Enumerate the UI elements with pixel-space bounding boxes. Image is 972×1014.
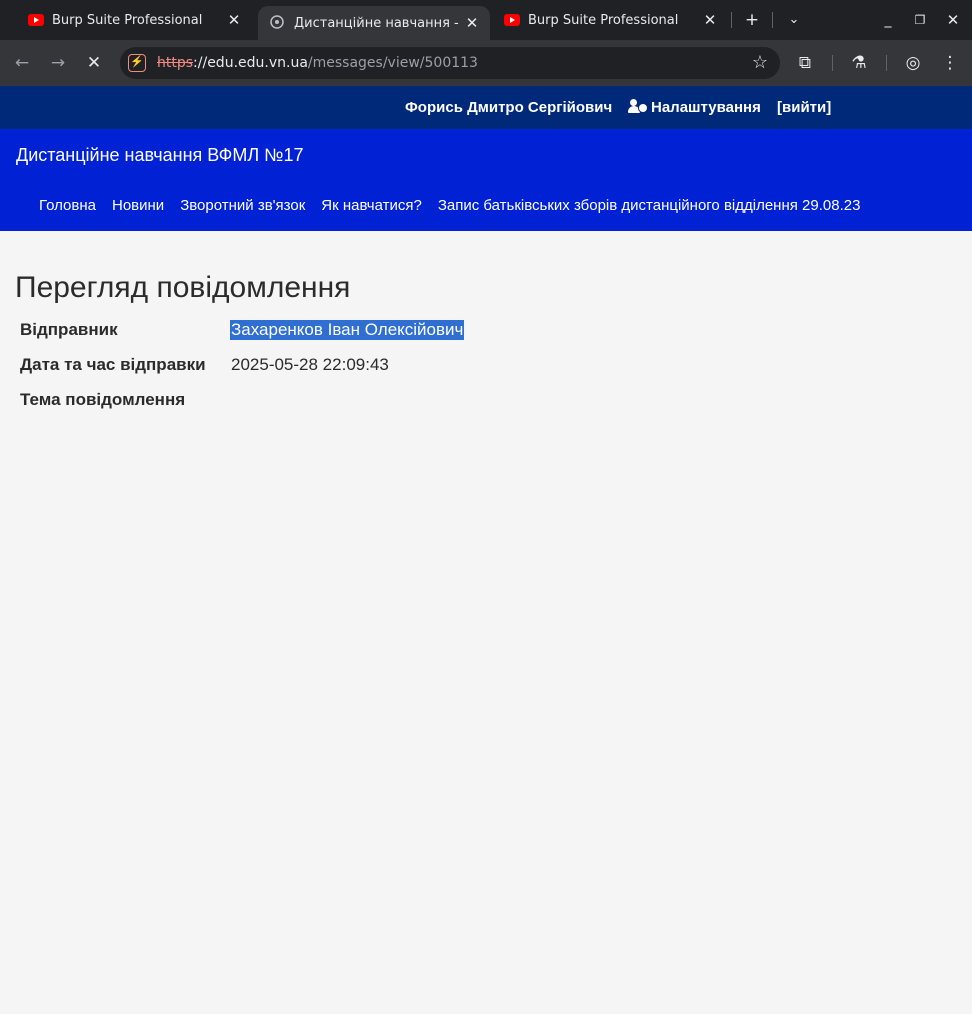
menu-item-home[interactable]: Головна [39, 197, 96, 214]
youtube-icon [504, 12, 520, 28]
date-label: Дата та час відправки [20, 355, 206, 374]
new-tab-icon[interactable]: + [740, 8, 764, 32]
user-settings-icon [628, 99, 647, 113]
browser-tab[interactable]: Burp Suite Professional ✕ [0, 0, 252, 40]
site-favicon-icon [270, 15, 286, 31]
tab-search-chevron-icon[interactable]: ⌄ [782, 8, 806, 32]
close-tab-icon[interactable]: ✕ [698, 11, 722, 29]
tab-title: Burp Suite Professional [528, 12, 679, 28]
url-text[interactable]: https://edu.edu.vn.ua/messages/view/5001… [157, 55, 478, 71]
settings-label: Налаштування [651, 99, 761, 116]
subject-label: Тема повідомлення [20, 390, 186, 409]
logout-link[interactable]: [вийти] [777, 99, 831, 116]
site-brand[interactable]: Дистанційне навчання ВФМЛ №17 [16, 145, 304, 166]
user-bar: Форись Дмитро Сергійович Налаштування [в… [0, 86, 972, 129]
browser-tab-active[interactable]: Дистанційне навчання - Пе ✕ [258, 6, 490, 40]
sender-value: Захаренков Іван Олексійович [230, 320, 465, 340]
close-tab-icon[interactable]: ✕ [222, 11, 246, 29]
tab-title: Burp Suite Professional [52, 12, 203, 28]
user-name[interactable]: Форись Дмитро Сергійович [405, 99, 612, 116]
browser-toolbar: ← → ✕ ⚡ https://edu.edu.vn.ua/messages/v… [0, 40, 972, 86]
labs-flask-icon[interactable]: ⚗ [846, 50, 872, 76]
stop-loading-icon[interactable]: ✕ [81, 50, 107, 76]
main-menu: Головна Новини Зворотний зв'язок Як навч… [39, 197, 876, 214]
address-bar[interactable]: ⚡ https://edu.edu.vn.ua/messages/view/50… [120, 47, 780, 79]
page-title: Перегляд повідомлення [15, 271, 351, 304]
browser-tab-strip: Burp Suite Professional ✕ Дистанційне на… [0, 0, 972, 40]
site-header: Дистанційне навчання ВФМЛ №17 Головна Но… [0, 129, 972, 231]
restore-icon[interactable]: ❐ [908, 8, 932, 32]
tab-title: Дистанційне навчання - Пе [294, 15, 460, 31]
close-window-icon[interactable]: ✕ [941, 8, 965, 32]
not-secure-icon[interactable]: ⚡ [128, 54, 146, 72]
menu-item-parent-meeting[interactable]: Запис батьківських зборів дистанційного … [438, 197, 861, 214]
forward-arrow-icon[interactable]: → [45, 50, 71, 76]
sender-label: Відправник [20, 320, 118, 339]
youtube-icon [28, 12, 44, 28]
browser-tab[interactable]: Burp Suite Professional ✕ [476, 0, 728, 40]
profile-icon[interactable]: ◎ [900, 50, 926, 76]
minimize-icon[interactable]: _ [876, 8, 900, 32]
back-arrow-icon[interactable]: ← [9, 50, 35, 76]
menu-item-news[interactable]: Новини [112, 197, 164, 214]
menu-item-how-to-study[interactable]: Як навчатися? [321, 197, 422, 214]
date-value: 2025-05-28 22:09:43 [231, 355, 389, 374]
settings-link[interactable]: Налаштування [628, 99, 761, 116]
more-menu-icon[interactable]: ⋮ [937, 50, 963, 76]
bookmark-star-icon[interactable]: ☆ [752, 52, 768, 73]
menu-item-feedback[interactable]: Зворотний зв'язок [180, 197, 305, 214]
extensions-icon[interactable]: ⧉ [792, 50, 818, 76]
